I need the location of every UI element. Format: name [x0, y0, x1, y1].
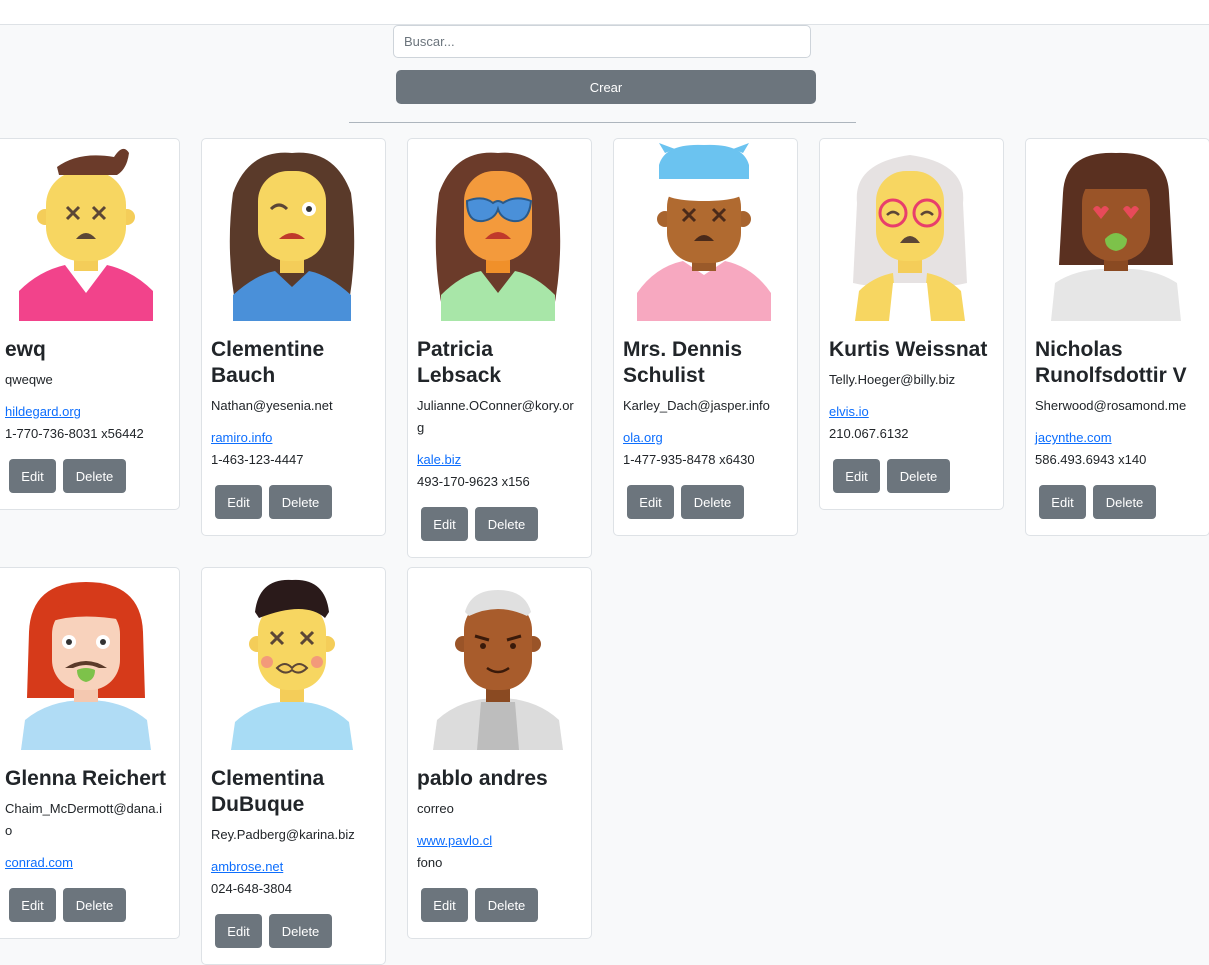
create-button[interactable]: Crear: [396, 70, 816, 104]
user-card: Nicholas Runolfsdottir V Sherwood@rosamo…: [1025, 138, 1209, 536]
edit-button[interactable]: Edit: [421, 888, 468, 922]
user-card: Kurtis Weissnat Telly.Hoeger@billy.biz e…: [819, 138, 1004, 510]
user-website-link[interactable]: jacynthe.com: [1035, 427, 1197, 449]
edit-button[interactable]: Edit: [215, 485, 262, 519]
avatar: [229, 152, 355, 321]
delete-button[interactable]: Delete: [475, 888, 538, 922]
avatar: [435, 152, 561, 321]
delete-button[interactable]: Delete: [1093, 485, 1156, 519]
edit-button[interactable]: Edit: [9, 459, 56, 493]
user-card: Clementina DuBuque Rey.Padberg@karina.bi…: [201, 567, 386, 965]
user-email: Rey.Padberg@karina.biz: [211, 827, 355, 842]
user-card: pablo andres correo www.pavlo.cl fono Ed…: [407, 567, 592, 939]
user-name: Kurtis Weissnat: [829, 338, 988, 361]
delete-button[interactable]: Delete: [887, 459, 950, 493]
search-input[interactable]: [393, 25, 811, 58]
user-website-link[interactable]: kale.biz: [417, 449, 579, 471]
edit-button[interactable]: Edit: [833, 459, 880, 493]
avatar: [637, 143, 771, 321]
user-name: ewq: [5, 338, 46, 361]
user-name: Mrs. Dennis Schulist: [623, 338, 743, 387]
user-card: Clementine Bauch Nathan@yesenia.net rami…: [201, 138, 386, 536]
user-name: Patricia Lebsack: [417, 338, 502, 387]
user-name: Clementina DuBuque: [211, 767, 325, 816]
delete-button[interactable]: Delete: [475, 507, 538, 541]
user-phone: 210.067.6132: [829, 426, 909, 441]
user-phone: 1-770-736-8031 x56442: [5, 426, 144, 441]
user-website-link[interactable]: conrad.com: [5, 852, 167, 874]
edit-button[interactable]: Edit: [9, 888, 56, 922]
user-email: Telly.Hoeger@billy.biz: [829, 372, 956, 387]
user-email: Nathan@yesenia.net: [211, 398, 333, 413]
delete-button[interactable]: Delete: [269, 914, 332, 948]
user-phone: 493-170-9623 x156: [417, 474, 530, 489]
edit-button[interactable]: Edit: [1039, 485, 1086, 519]
delete-button[interactable]: Delete: [681, 485, 744, 519]
user-phone: 1-477-935-8478 x6430: [623, 452, 755, 467]
user-website-link[interactable]: ambrose.net: [211, 856, 373, 878]
user-name: Glenna Reichert: [5, 767, 167, 790]
user-name: Nicholas Runolfsdottir V: [1035, 338, 1187, 387]
user-phone: 1-463-123-4447: [211, 452, 304, 467]
avatar: [853, 155, 967, 321]
edit-button[interactable]: Edit: [215, 914, 262, 948]
user-email: Karley_Dach@jasper.info: [623, 398, 770, 413]
user-name: Clementine Bauch: [211, 338, 325, 387]
user-card: Glenna Reichert Chaim_McDermott@dana.io …: [0, 567, 180, 939]
delete-button[interactable]: Delete: [63, 459, 126, 493]
user-card: Mrs. Dennis Schulist Karley_Dach@jasper.…: [613, 138, 798, 536]
user-card: ewq qweqwe hildegard.org 1-770-736-8031 …: [0, 138, 180, 510]
user-email: Julianne.OConner@kory.org: [417, 398, 574, 435]
user-website-link[interactable]: ola.org: [623, 427, 785, 449]
avatar: [19, 148, 153, 321]
user-email: correo: [417, 801, 454, 816]
divider: [349, 122, 856, 123]
user-website-link[interactable]: hildegard.org: [5, 401, 167, 423]
user-website-link[interactable]: elvis.io: [829, 401, 991, 423]
user-email: Sherwood@rosamond.me: [1035, 398, 1187, 413]
user-phone: fono: [417, 855, 443, 870]
delete-button[interactable]: Delete: [63, 888, 126, 922]
delete-button[interactable]: Delete: [269, 485, 332, 519]
top-bar: [0, 0, 1209, 25]
avatar: [433, 590, 563, 750]
avatar: [231, 579, 353, 750]
user-website-link[interactable]: www.pavlo.cl: [417, 830, 579, 852]
user-phone: 024-648-3804: [211, 881, 292, 896]
user-website-link[interactable]: ramiro.info: [211, 427, 373, 449]
edit-button[interactable]: Edit: [421, 507, 468, 541]
user-card: Patricia Lebsack Julianne.OConner@kory.o…: [407, 138, 592, 558]
avatar: [21, 582, 151, 750]
user-name: pablo andres: [417, 767, 548, 790]
user-email: Chaim_McDermott@dana.io: [5, 801, 162, 838]
edit-button[interactable]: Edit: [627, 485, 674, 519]
avatar: [1051, 152, 1181, 321]
user-phone: 586.493.6943 x140: [1035, 452, 1147, 467]
user-email: qweqwe: [5, 372, 53, 387]
